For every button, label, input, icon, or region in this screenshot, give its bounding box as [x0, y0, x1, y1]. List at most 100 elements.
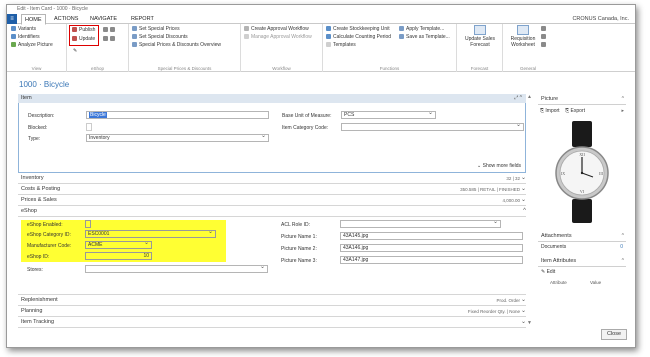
category-label: Item Category Code:	[282, 125, 329, 131]
scroll-down-icon[interactable]: ▼	[527, 320, 532, 326]
scroll-up-icon[interactable]: ▲	[527, 94, 532, 100]
type-select[interactable]: Inventory	[86, 134, 269, 142]
chevron-up-icon: ^	[621, 258, 624, 264]
update-button[interactable]: Update	[72, 36, 95, 42]
fasttab-replenishment[interactable]: Replenishment Prod. Order ⌄	[18, 295, 526, 306]
menu-bar: ≡ HOME ACTIONS NAVIGATE REPORT CRONUS Ca…	[7, 14, 635, 25]
fasttab-prices-sales[interactable]: Prices & Sales 4,000.00 ⌄	[18, 195, 526, 206]
blocked-checkbox[interactable]	[86, 123, 92, 131]
main-content: Item ⤢ ^ Description: Bicycle Blocked: T…	[18, 94, 526, 328]
picture-name-2-field[interactable]: 43A146.jpg	[340, 244, 523, 252]
create-sku-button[interactable]: Create Stockkeeping Unit	[326, 26, 390, 32]
manage-approval-workflow-button[interactable]: Manage Approval Workflow	[244, 34, 312, 40]
svg-text:XII: XII	[579, 152, 585, 157]
eshop-category-select[interactable]: ESC0001	[85, 230, 216, 238]
blocked-label: Blocked:	[28, 125, 48, 131]
stores-select[interactable]	[85, 265, 268, 273]
item-header-controls[interactable]: ⤢ ^	[514, 94, 522, 103]
create-approval-workflow-button[interactable]: Create Approval Workflow	[244, 26, 309, 32]
eshop-category-label: eShop Category ID:	[27, 232, 71, 238]
eshop-id-label: eShop ID:	[27, 254, 50, 260]
save-template-icon	[399, 34, 404, 39]
base-uom-select[interactable]: PCS	[341, 111, 436, 119]
type-label: Type:	[28, 136, 41, 142]
chevron-up-icon: ^	[621, 233, 624, 239]
eshop-enabled-label: eShop Enabled:	[27, 222, 63, 228]
picture-name-1-field[interactable]: 43A145.jpg	[340, 232, 523, 240]
app-menu-icon[interactable]: ≡	[7, 14, 17, 24]
special-prices-overview-button[interactable]: Special Prices & Discounts Overview	[132, 42, 221, 48]
acl-role-label: ACL Role ID:	[281, 222, 310, 228]
general-extra-icon-1[interactable]	[541, 26, 548, 32]
ribbon-group-general: Requisition Worksheet General	[503, 24, 553, 72]
watch-image: XII III VI IX	[555, 121, 609, 223]
base-uom-label: Base Unit of Measure:	[282, 113, 332, 119]
fasttab-costs-posting[interactable]: Costs & Posting 350.585 | RETAIL | FINISH…	[18, 184, 526, 195]
variants-button[interactable]: Variants	[11, 26, 36, 32]
company-name: CRONUS Canada, Inc.	[572, 16, 629, 22]
edit-attributes-button[interactable]: ✎ Edit	[538, 267, 626, 278]
page-title: 1000 · Bicycle	[19, 80, 70, 89]
calculate-icon	[326, 34, 331, 39]
fasttab-inventory[interactable]: Inventory 32 | 32 ⌄	[18, 173, 526, 184]
analyze-picture-icon	[11, 42, 16, 47]
identifiers-button[interactable]: Identifiers	[11, 34, 40, 40]
publish-button[interactable]: Publish	[72, 27, 95, 33]
import-button[interactable]: ⎘ Import	[540, 108, 560, 114]
description-field[interactable]: Bicycle	[86, 111, 269, 119]
acl-role-select[interactable]	[340, 220, 501, 228]
ribbon-group-label: Special Prices & Discounts	[157, 66, 212, 71]
publish-icon	[72, 27, 77, 32]
ribbon-group-forecast: Update Sales Forecast Forecast	[457, 24, 503, 72]
eshop-extra-icon-2[interactable]	[103, 36, 117, 42]
ribbon-group-view: Variants Identifiers Analyze Picture Vie…	[7, 24, 67, 72]
attachments-factbox-header[interactable]: Attachments ^	[538, 231, 626, 242]
fasttab-item-tracking[interactable]: Item Tracking ⌄	[18, 317, 526, 328]
update-icon	[72, 36, 77, 41]
templates-button[interactable]: Templates	[326, 42, 356, 48]
calculate-counting-period-button[interactable]: Calculate Counting Period	[326, 34, 391, 40]
category-select[interactable]	[341, 123, 524, 131]
main-scrollbar[interactable]: ▲ ▼	[526, 94, 532, 326]
item-picture: XII III VI IX	[538, 117, 626, 227]
export-button[interactable]: ⎘ Export	[565, 108, 585, 114]
picture-name-3-field[interactable]: 43A147.jpg	[340, 256, 523, 264]
eshop-panel: eShop Enabled: eShop Category ID: ESC000…	[18, 217, 526, 295]
item-attributes-factbox-header[interactable]: Item Attributes ^	[538, 256, 626, 267]
svg-text:IX: IX	[561, 171, 565, 176]
fasttab-planning[interactable]: Planning Fixed Reorder Qty. | None ⌄	[18, 306, 526, 317]
requisition-worksheet-button[interactable]: Requisition Worksheet	[506, 25, 540, 48]
picture-factbox-header[interactable]: Picture ^	[538, 94, 626, 105]
set-special-prices-button[interactable]: Set Special Prices	[132, 26, 180, 32]
fasttab-eshop[interactable]: eShop ^	[18, 206, 526, 217]
show-more-fields-link[interactable]: ⌄ Show more fields	[477, 163, 521, 169]
manufacturer-select[interactable]: ACME	[85, 241, 152, 249]
overview-icon	[132, 42, 137, 47]
fasttab-item-header[interactable]: Item ⤢ ^	[18, 94, 526, 103]
close-button[interactable]: Close	[601, 329, 627, 340]
eshop-extra-icon-1[interactable]	[103, 27, 117, 33]
eshop-enabled-checkbox[interactable]	[85, 220, 91, 228]
analyze-picture-button[interactable]: Analyze Picture	[11, 42, 53, 48]
tab-actions[interactable]: ACTIONS	[51, 14, 81, 24]
pencil-icon[interactable]: ✎	[73, 48, 77, 54]
update-sales-forecast-button[interactable]: Update Sales Forecast	[460, 25, 500, 48]
ribbon: Variants Identifiers Analyze Picture Vie…	[7, 24, 635, 72]
set-special-discounts-button[interactable]: Set Special Discounts	[132, 34, 188, 40]
more-icon[interactable]: ▸	[621, 105, 624, 117]
general-extra-icon-2[interactable]	[541, 34, 548, 40]
sku-icon	[326, 26, 331, 31]
tab-navigate[interactable]: NAVIGATE	[87, 14, 120, 24]
apply-template-icon	[399, 26, 404, 31]
discount-icon	[132, 34, 137, 39]
ribbon-group-eshop: Publish Update ✎ eShop	[67, 24, 129, 72]
eshop-id-field[interactable]: 10	[85, 252, 152, 260]
save-as-template-button[interactable]: Save as Template...	[399, 34, 450, 40]
documents-row[interactable]: Documents 0	[538, 242, 626, 252]
tab-report[interactable]: REPORT	[128, 14, 157, 24]
apply-template-button[interactable]: Apply Template...	[399, 26, 444, 32]
ribbon-group-label: eShop	[90, 66, 104, 71]
worksheet-icon	[517, 25, 529, 35]
workflow-icon	[244, 34, 249, 39]
general-extra-icon-3[interactable]	[541, 42, 548, 48]
